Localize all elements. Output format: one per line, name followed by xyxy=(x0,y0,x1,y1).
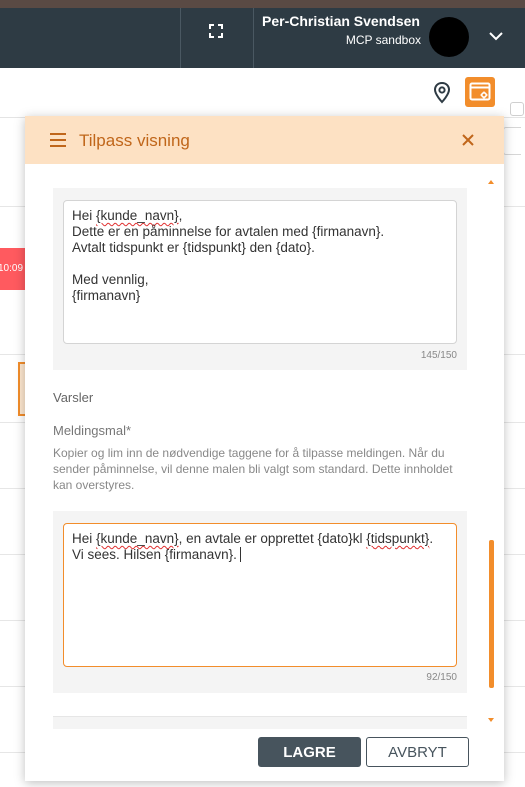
sms-template-textarea[interactable]: Hei {kunde_navn}, en avtale er opprettet… xyxy=(63,523,457,667)
scroll-down-icon[interactable] xyxy=(487,716,495,724)
sms-middle: , en avtale er opprettet {dato}kl xyxy=(178,531,367,546)
email-char-counter: 145/150 xyxy=(420,350,457,361)
sms-template-card: Hei {kunde_navn}, en avtale er opprettet… xyxy=(53,511,467,693)
email-template-card: Hei {kunde_navn}, Dette er en påminnelse… xyxy=(53,188,467,370)
next-card xyxy=(53,716,467,729)
map-pin-icon xyxy=(433,81,451,104)
sms-char-counter: 92/150 xyxy=(426,672,457,683)
fullscreen-button[interactable] xyxy=(196,16,236,46)
scrollbar-thumb[interactable] xyxy=(489,540,494,688)
alerts-heading: Varsler xyxy=(53,390,94,405)
sms-tag-time: {tidspunkt} xyxy=(366,531,430,546)
cancel-button[interactable]: AVBRYT xyxy=(366,737,469,767)
customize-view-panel: Tilpass visning Hei {kunde_navn}, Dette … xyxy=(25,116,504,781)
message-template-label: Meldingsmal* xyxy=(53,423,132,438)
side-control[interactable] xyxy=(503,127,521,155)
close-icon xyxy=(462,134,474,146)
topbar-divider xyxy=(180,8,181,68)
window-settings-icon xyxy=(469,82,491,101)
sms-tag-name: {kunde_navn} xyxy=(96,531,179,546)
location-button[interactable] xyxy=(431,80,453,106)
close-button[interactable] xyxy=(458,130,478,150)
email-template-textarea[interactable]: Hei {kunde_navn}, Dette er en påminnelse… xyxy=(63,200,457,344)
email-greeting-tag: {kunde_navn} xyxy=(96,208,179,223)
panel-footer: LAGRE AVBRYT xyxy=(25,729,504,781)
panel-scroll-area[interactable]: Hei {kunde_navn}, Dette er en påminnelse… xyxy=(25,164,504,729)
sms-prefix: Hei xyxy=(72,531,97,546)
text-cursor xyxy=(239,547,241,562)
save-button[interactable]: LAGRE xyxy=(258,737,361,767)
panel-header: Tilpass visning xyxy=(25,116,504,164)
user-menu-button[interactable] xyxy=(484,26,508,46)
chevron-down-icon xyxy=(489,31,503,40)
window-top-strip xyxy=(0,0,525,8)
scrollbar[interactable] xyxy=(487,178,495,726)
avatar[interactable] xyxy=(429,17,469,57)
popover-notch xyxy=(510,102,524,116)
menu-button[interactable] xyxy=(48,131,68,149)
panel-title: Tilpass visning xyxy=(79,131,190,150)
hamburger-icon xyxy=(50,133,66,147)
scroll-up-icon[interactable] xyxy=(487,178,495,186)
user-org: MCP sandbox xyxy=(345,33,421,47)
fullscreen-icon xyxy=(209,24,223,38)
email-greeting-suffix: , xyxy=(178,208,183,223)
customize-view-button[interactable] xyxy=(465,77,495,107)
user-name[interactable]: Per-Christian Svendsen xyxy=(262,13,422,29)
current-time-marker: 10:09 xyxy=(0,248,26,290)
email-greeting-prefix: Hei xyxy=(72,208,97,223)
topbar-divider xyxy=(253,8,254,68)
email-body-text: Dette er en påminnelse for avtalen med {… xyxy=(72,224,385,303)
message-template-help: Kopier og lim inn de nødvendige taggene … xyxy=(53,446,453,492)
